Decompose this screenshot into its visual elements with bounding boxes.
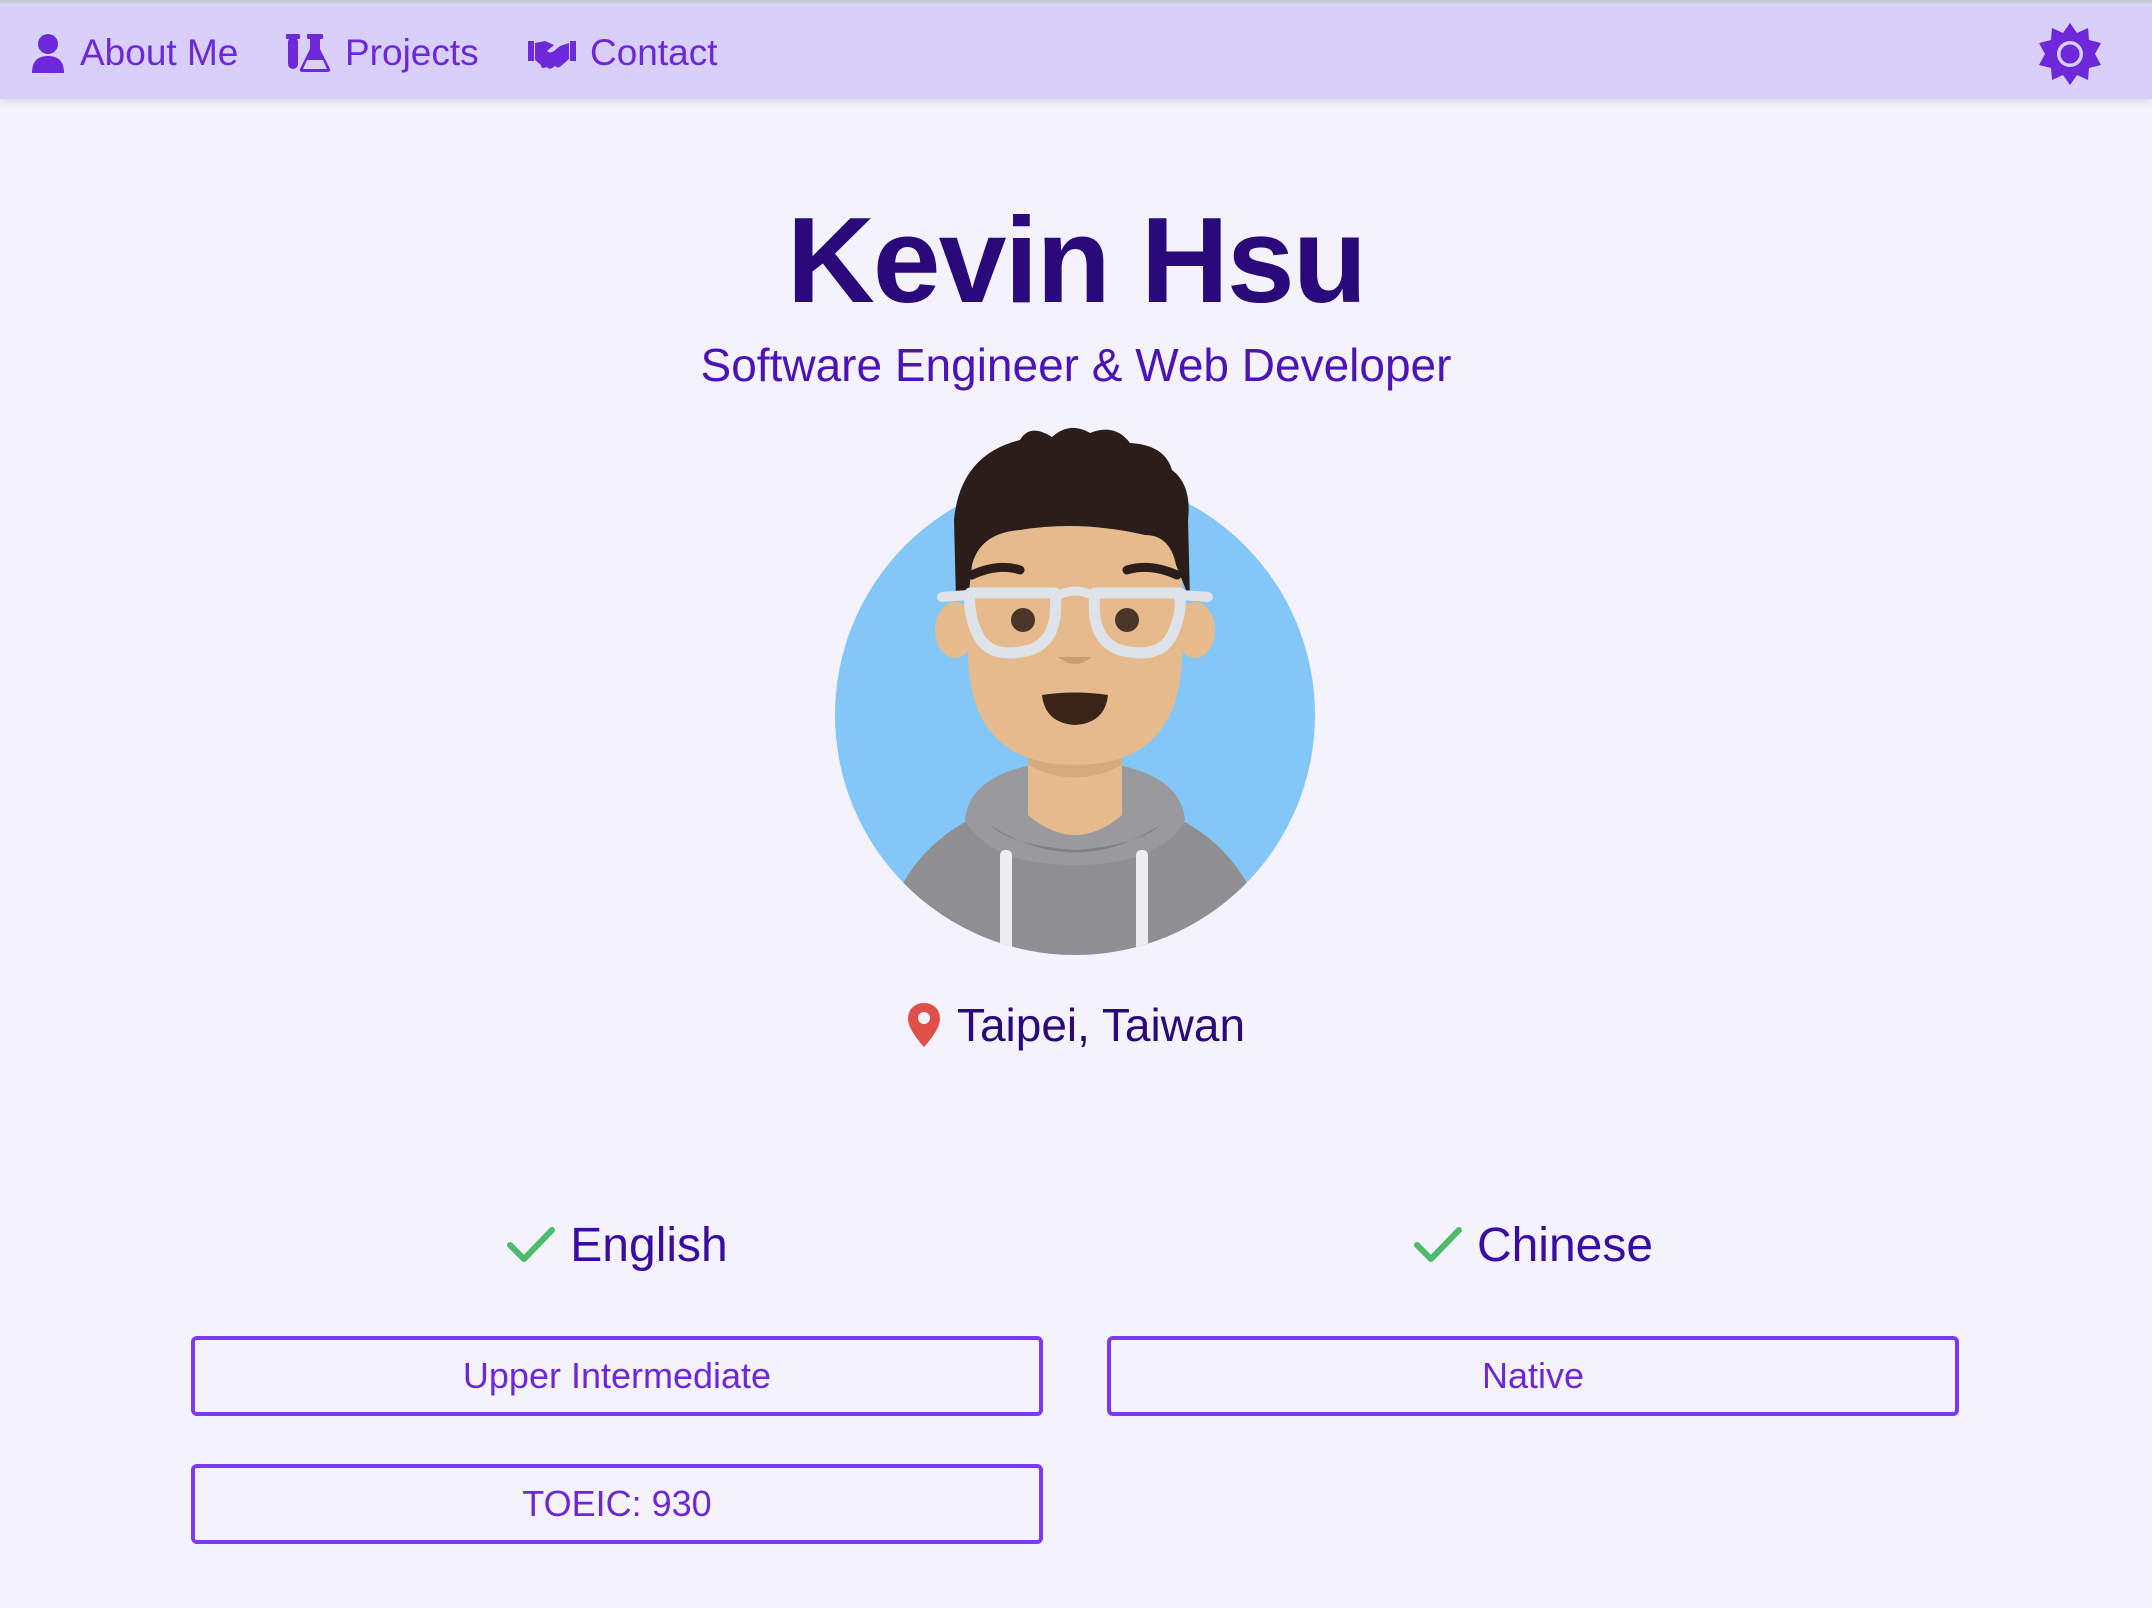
- language-level-badge: Upper Intermediate: [191, 1336, 1043, 1416]
- location-text: Taipei, Taiwan: [956, 999, 1246, 1051]
- check-icon: [1413, 1227, 1462, 1262]
- handshake-icon: [528, 40, 576, 69]
- toeic-score-badge: TOEIC: 930: [191, 1464, 1043, 1544]
- sun-icon: [2039, 23, 2101, 85]
- language-name: English: [570, 1218, 728, 1272]
- nav-about-me[interactable]: About Me: [30, 3, 238, 102]
- map-pin-icon: [907, 1003, 940, 1047]
- language-english: English Upper Intermediate TOEIC: 930: [191, 1210, 1043, 1544]
- profile-name: Kevin Hsu: [786, 192, 1368, 328]
- flask-icon: [286, 33, 331, 72]
- user-icon: [32, 33, 64, 73]
- language-chinese: Chinese Native: [1107, 1210, 1959, 1416]
- nav-contact[interactable]: Contact: [528, 3, 718, 102]
- nav-contact-label: Contact: [590, 31, 718, 73]
- top-navbar: About Me Projects Contact: [0, 0, 2152, 99]
- language-heading: English: [191, 1210, 1043, 1280]
- check-icon: [507, 1227, 556, 1262]
- location: Taipei, Taiwan: [0, 990, 2152, 1060]
- nav-projects[interactable]: Projects: [285, 3, 479, 102]
- avatar: [835, 427, 1315, 955]
- language-name: Chinese: [1476, 1218, 1654, 1272]
- language-heading: Chinese: [1107, 1210, 1959, 1280]
- nav-projects-label: Projects: [345, 31, 479, 73]
- nav-about-me-label: About Me: [80, 31, 239, 73]
- profile-title: Software Engineer & Web Developer: [700, 339, 1452, 391]
- theme-toggle-button[interactable]: [2036, 21, 2104, 89]
- language-level-badge: Native: [1107, 1336, 1959, 1416]
